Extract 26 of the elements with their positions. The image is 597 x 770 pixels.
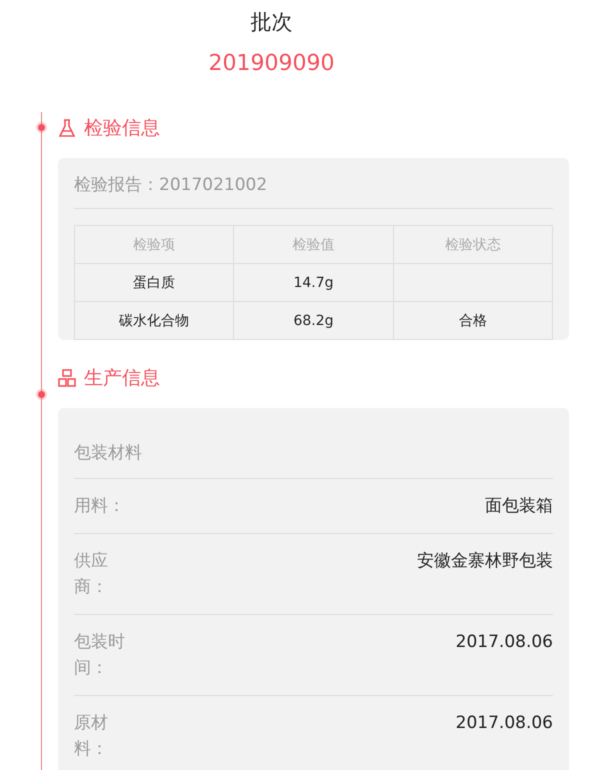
table-cell: 碳水化合物 — [74, 302, 234, 340]
field-value: 安徽金寨林野包装 — [417, 550, 553, 573]
section-title: 生产信息 — [84, 366, 160, 391]
column-header: 检验项 — [74, 226, 234, 264]
report-number: 检验报告：2017021002 — [74, 158, 553, 209]
page-title: 批次 — [250, 9, 292, 36]
field-value: 2017.08.06 — [456, 712, 553, 735]
timeline-dot — [38, 391, 45, 398]
field-label: 用料： — [74, 495, 126, 518]
table-cell: 14.7g — [234, 264, 394, 302]
table-cell: 合格 — [393, 302, 552, 340]
section-title: 检验信息 — [84, 116, 160, 141]
table-cell: 68.2g — [234, 302, 394, 340]
boxes-icon — [58, 368, 76, 388]
field-value: 2017.08.06 — [456, 631, 553, 654]
timeline-dot — [38, 124, 45, 131]
flask-icon — [58, 118, 76, 138]
field-value: 面包装箱 — [485, 495, 553, 518]
column-header: 检验值 — [234, 226, 394, 264]
card-heading: 包装材料 — [74, 408, 553, 479]
table-cell: 蛋白质 — [74, 264, 234, 302]
field-label: 原材料： — [74, 712, 109, 761]
batch-number: 201909090 — [208, 50, 334, 78]
field-label: 包装时间： — [74, 631, 126, 680]
field-label: 供应商： — [74, 550, 109, 599]
column-header: 检验状态 — [393, 226, 552, 264]
